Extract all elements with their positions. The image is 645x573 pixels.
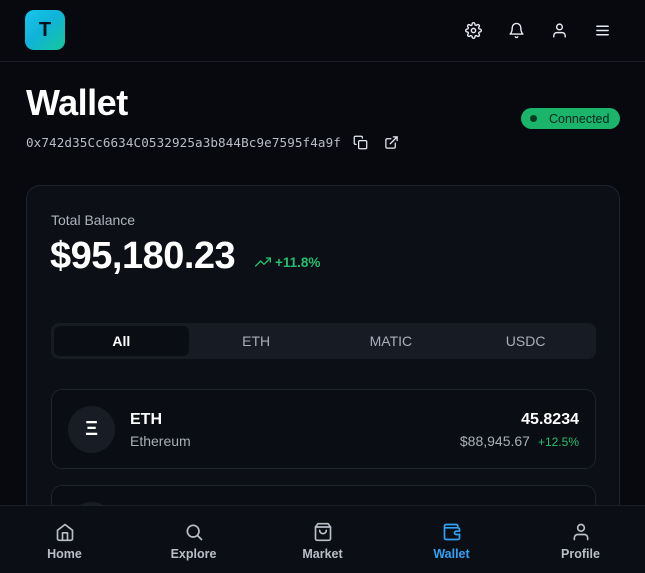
token-change: +12.5% <box>537 435 579 449</box>
menu-icon <box>595 25 609 35</box>
token-name: Ethereum <box>130 433 191 449</box>
total-balance-value: $95,180.23 <box>50 235 236 277</box>
top-bar: T <box>0 0 645 62</box>
token-amount: 45.8234 <box>521 411 579 428</box>
nav-market[interactable]: Market <box>258 506 387 573</box>
token-row-eth[interactable]: Ξ ETH Ethereum 45.8234 $88,945.67 +12.5% <box>51 389 596 469</box>
view-on-explorer-button[interactable] <box>382 132 402 152</box>
nav-wallet[interactable]: Wallet <box>387 506 516 573</box>
menu-button[interactable] <box>589 17 615 43</box>
nav-home[interactable]: Home <box>0 506 129 573</box>
nav-profile[interactable]: Profile <box>516 506 645 573</box>
tab-usdc[interactable]: USDC <box>458 326 593 356</box>
account-button[interactable] <box>546 17 572 43</box>
home-icon <box>56 523 73 542</box>
wallet-address-row: 0x742d35Cc6634C0532925a3b844Bc9e7595f4a9… <box>26 132 402 152</box>
settings-button[interactable] <box>460 17 486 43</box>
ethereum-icon: Ξ <box>68 406 115 453</box>
nav-explore[interactable]: Explore <box>129 506 258 573</box>
asset-filter-tabs: All ETH MATIC USDC <box>51 323 596 359</box>
search-icon <box>186 524 202 541</box>
nav-label: Market <box>302 547 343 561</box>
status-label: Connected <box>549 111 610 126</box>
gear-icon <box>464 21 482 39</box>
app-logo[interactable]: T <box>25 10 65 50</box>
balance-change-value: +11.8% <box>275 254 321 270</box>
balance-change: +11.8% <box>255 254 320 270</box>
token-symbol: ETH <box>130 411 162 428</box>
user-icon <box>552 22 566 38</box>
bell-icon <box>508 22 524 38</box>
nav-label: Explore <box>170 547 217 561</box>
tab-eth[interactable]: ETH <box>189 326 324 356</box>
wallet-icon <box>443 523 460 541</box>
wallet-screen: T Wallet 0x742d35Cc6634C0532925a3b844Bc9… <box>0 0 645 573</box>
page-title: Wallet <box>26 82 128 123</box>
user-icon <box>573 523 588 541</box>
notifications-button[interactable] <box>503 17 529 43</box>
tab-matic[interactable]: MATIC <box>324 326 459 356</box>
external-link-icon <box>385 135 399 149</box>
trending-up-icon <box>255 257 271 267</box>
copy-icon <box>354 135 368 149</box>
status-dot <box>530 115 537 122</box>
token-usd-value: $88,945.67 <box>459 433 530 449</box>
connection-status-badge: Connected <box>521 108 620 129</box>
shopping-bag-icon <box>314 522 331 542</box>
nav-label: Profile <box>561 547 600 561</box>
token-value-row: $88,945.67 +12.5% <box>460 433 579 449</box>
nav-label: Home <box>47 547 82 561</box>
bottom-navigation: Home Explore Market Wallet Profile <box>0 505 645 573</box>
nav-label: Wallet <box>433 547 470 561</box>
copy-address-button[interactable] <box>351 132 371 152</box>
tab-all[interactable]: All <box>54 326 189 356</box>
total-balance-label: Total Balance <box>51 212 136 228</box>
wallet-address: 0x742d35Cc6634C0532925a3b844Bc9e7595f4a9… <box>26 134 341 150</box>
